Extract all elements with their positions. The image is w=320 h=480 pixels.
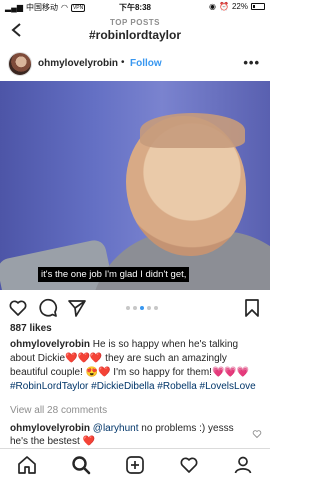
- page-title: #robinlordtaylor: [88, 28, 181, 42]
- battery-icon: [251, 3, 265, 10]
- heart-icon[interactable]: [8, 298, 28, 318]
- post-actions: [0, 294, 270, 320]
- alarm-icon: ⏰: [219, 2, 229, 11]
- activity-heart-icon[interactable]: [179, 455, 199, 475]
- status-bar: ▂▄▆ 中国移动 ◠ VPN 下午8:38 ◉ ⏰ 22%: [0, 0, 270, 14]
- follow-button[interactable]: Follow: [130, 58, 162, 69]
- image-hair: [140, 113, 245, 148]
- more-options-icon[interactable]: •••: [243, 55, 260, 70]
- carousel-indicator: [126, 306, 158, 310]
- nav-header: TOP POSTS #robinlordtaylor: [0, 14, 270, 46]
- home-icon[interactable]: [17, 455, 37, 475]
- caption-hearts-2: 💗💗💗: [211, 367, 250, 378]
- carousel-dot: [126, 306, 130, 310]
- comment-username[interactable]: ohmylovelyrobin: [10, 423, 90, 434]
- caption-username[interactable]: ohmylovelyrobin: [10, 339, 90, 350]
- post-header: ohmylovelyrobin • Follow •••: [0, 48, 270, 80]
- post-caption: ohmylovelyrobin He is so happy when he's…: [10, 338, 262, 394]
- battery-percent: 22%: [231, 2, 248, 11]
- lock-rotation-icon: ◉: [209, 2, 217, 11]
- bookmark-icon[interactable]: [242, 298, 262, 318]
- caption-text-3: I'm so happy for them!: [110, 367, 212, 378]
- share-icon[interactable]: [67, 298, 87, 318]
- nav-subtitle: TOP POSTS: [110, 18, 160, 27]
- carousel-dot: [147, 306, 151, 310]
- separator-dot: •: [121, 57, 125, 68]
- comment-item: ohmylovelyrobin @laryhunt no problems :)…: [10, 422, 245, 448]
- caption-hearts-1: ❤️❤️❤️: [65, 353, 103, 364]
- search-icon[interactable]: [71, 455, 91, 475]
- status-right: ◉ ⏰ 22%: [209, 2, 265, 11]
- caption-hashtags[interactable]: #RobinLordTaylor #DickieDibella #Robella…: [10, 381, 256, 392]
- profile-icon[interactable]: [233, 455, 253, 475]
- view-all-comments-link[interactable]: View all 28 comments: [10, 405, 107, 416]
- carousel-dot: [133, 306, 137, 310]
- comment-like-heart-icon[interactable]: [252, 429, 262, 439]
- post-image[interactable]: it's the one job I'm glad I didn't get,: [0, 81, 270, 290]
- comment-mention[interactable]: @laryhunt: [90, 423, 139, 434]
- video-caption: it's the one job I'm glad I didn't get,: [38, 267, 190, 282]
- comment-heart: ❤️: [82, 436, 95, 447]
- comment-icon[interactable]: [38, 298, 58, 318]
- caption-emoji-1: 😍❤️: [85, 367, 111, 378]
- add-icon[interactable]: [125, 455, 145, 475]
- carousel-dot: [154, 306, 158, 310]
- bottom-tab-bar: [0, 448, 270, 480]
- carousel-dot: [140, 306, 144, 310]
- post-username[interactable]: ohmylovelyrobin: [38, 58, 118, 69]
- likes-count[interactable]: 887 likes: [10, 323, 52, 334]
- avatar[interactable]: [8, 52, 32, 76]
